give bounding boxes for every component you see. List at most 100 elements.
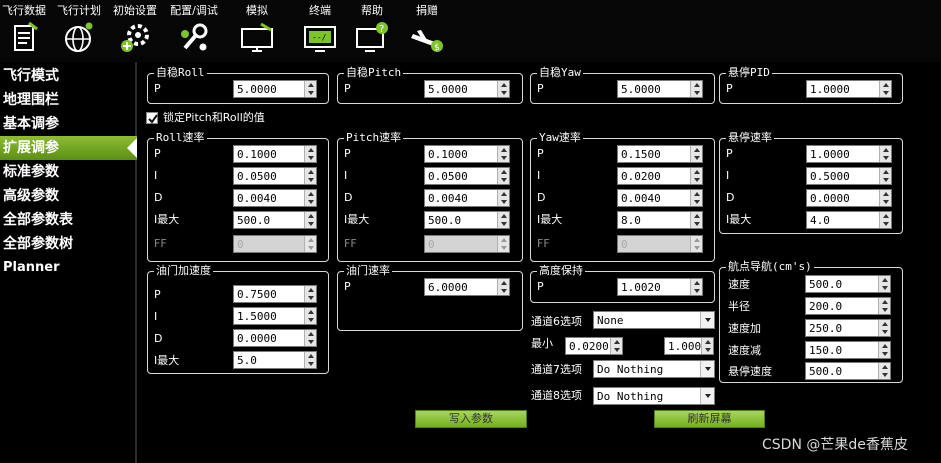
menu-simulation[interactable]: 模拟 [232,0,282,62]
spinner-arrows[interactable] [879,190,891,206]
waypoint-speed-up-spinner[interactable]: 250.0 [805,319,891,337]
spinner-value: 0.0040 [621,192,661,205]
rate-roll-imax-spinner[interactable]: 500.0 [233,211,317,229]
loiter-rate-i-spinner[interactable]: 0.5000 [806,167,892,185]
param-label: I最大 [154,354,180,367]
spinner-value: 1.0000 [810,83,850,96]
spinner-arrows[interactable] [304,81,316,97]
spinner-arrows[interactable] [690,168,702,184]
menu-flight-plan[interactable]: 飞行计划 [54,0,104,62]
throttle-accel-i-spinner[interactable]: 1.5000 [233,307,317,325]
loiter-rate-d-spinner[interactable]: 0.0000 [806,189,892,207]
ch8-option-select[interactable]: Do Nothing [593,387,715,405]
spinner-arrows[interactable] [878,320,890,336]
ch7-option-select[interactable]: Do Nothing [593,360,715,378]
spinner-arrows[interactable] [610,338,622,354]
throttle-accel-imax-spinner[interactable]: 5.0 [233,351,317,369]
spinner-arrows[interactable] [497,190,509,206]
rate-yaw-imax-spinner[interactable]: 8.0 [617,211,703,229]
ch6-min-spinner[interactable]: 0.0200 [565,337,623,355]
rate-pitch-imax-spinner[interactable]: 500.0 [424,211,510,229]
throttle-rate-p-spinner[interactable]: 6.0000 [424,278,510,296]
chevron-down-icon[interactable] [700,388,714,404]
spinner-arrows[interactable] [690,81,702,97]
chevron-down-icon[interactable] [700,312,714,328]
param-label: 速度 [728,278,750,291]
sidebar-item-planner[interactable]: Planner [0,256,137,280]
spinner-arrows[interactable] [304,212,316,228]
spinner-arrows[interactable] [690,190,702,206]
sidebar-item-extended-tuning[interactable]: 扩展调参 [0,136,137,160]
menu-help[interactable]: 帮助 ? [352,0,392,62]
spinner-arrows[interactable] [304,330,316,346]
spinner-arrows[interactable] [497,168,509,184]
spinner-arrows[interactable] [497,81,509,97]
spinner-arrows[interactable] [304,286,316,302]
rate-roll-p-spinner[interactable]: 0.1000 [233,145,317,163]
spinner-arrows[interactable] [304,352,316,368]
waypoint-radius-spinner[interactable]: 200.0 [805,297,891,315]
spinner-arrows[interactable] [304,190,316,206]
sidebar-item-geofence[interactable]: 地理围栏 [0,88,137,112]
stabilize-pitch-p-spinner[interactable]: 5.0000 [424,80,510,98]
lock-pitch-roll-checkbox[interactable] [146,112,158,124]
chevron-down-icon[interactable] [700,361,714,377]
rate-pitch-p-spinner[interactable]: 0.1000 [424,145,510,163]
spinner-arrows[interactable] [879,81,891,97]
stabilize-roll-p-spinner[interactable]: 5.0000 [233,80,317,98]
ch6-max-spinner[interactable]: 1.000 [664,337,714,355]
sidebar-item-flight-modes[interactable]: 飞行模式 [0,64,137,88]
sidebar-item-full-param-tree[interactable]: 全部参数树 [0,232,137,256]
rate-roll-group: Roll速率 P I D I最大 FF 0.1000 0.0500 0.0040… [147,131,329,262]
ch6-option-select[interactable]: None [593,311,715,329]
waypoint-speed-spinner[interactable]: 500.0 [805,275,891,293]
rate-yaw-i-spinner[interactable]: 0.0200 [617,167,703,185]
stabilize-yaw-p-spinner[interactable]: 5.0000 [617,80,703,98]
loiter-rate-p-spinner[interactable]: 1.0000 [806,145,892,163]
spinner-arrows[interactable] [878,342,890,358]
menu-flight-data[interactable]: 飞行数据 [0,0,48,62]
loiter-rate-imax-spinner[interactable]: 4.0 [806,211,892,229]
stabilize-pitch-group: 自稳Pitch P 5.0000 [337,66,523,104]
sidebar-item-basic-tuning[interactable]: 基本调参 [0,112,137,136]
rate-pitch-group: Pitch速率 P I D I最大 FF 0.1000 0.0500 0.004… [337,131,523,262]
throttle-accel-p-spinner[interactable]: 0.7500 [233,285,317,303]
spinner-arrows[interactable] [497,146,509,162]
spinner-arrows[interactable] [497,279,509,295]
spinner-arrows[interactable] [879,168,891,184]
throttle-accel-d-spinner[interactable]: 0.0000 [233,329,317,347]
waypoint-loiter-speed-spinner[interactable]: 500.0 [805,362,891,380]
spinner-arrows[interactable] [304,168,316,184]
sidebar-item-standard-params[interactable]: 标准参数 [0,160,137,184]
spinner-arrows[interactable] [690,279,702,295]
spinner-arrows[interactable] [878,276,890,292]
waypoint-speed-down-spinner[interactable]: 150.0 [805,341,891,359]
rate-roll-i-spinner[interactable]: 0.0500 [233,167,317,185]
group-title: 自稳Yaw [537,66,583,80]
menu-initial-setup[interactable]: 初始设置 [109,0,161,62]
altitude-hold-p-spinner[interactable]: 1.0020 [617,278,703,296]
menu-terminal[interactable]: 终端 --/ [295,0,345,62]
sidebar-item-advanced-params[interactable]: 高级参数 [0,184,137,208]
sidebar-item-full-param-list[interactable]: 全部参数表 [0,208,137,232]
rate-yaw-p-spinner[interactable]: 0.1500 [617,145,703,163]
write-params-button[interactable]: 写入参数 [415,410,527,428]
loiter-p-spinner[interactable]: 1.0000 [806,80,892,98]
rate-yaw-d-spinner[interactable]: 0.0040 [617,189,703,207]
refresh-screen-button[interactable]: 刷新屏幕 [654,410,765,428]
spinner-arrows[interactable] [701,338,713,354]
spinner-arrows[interactable] [304,146,316,162]
menu-config-tuning[interactable]: 配置/调试 [166,0,222,62]
rate-pitch-i-spinner[interactable]: 0.0500 [424,167,510,185]
rate-roll-d-spinner[interactable]: 0.0040 [233,189,317,207]
spinner-arrows[interactable] [878,363,890,379]
spinner-arrows[interactable] [304,308,316,324]
spinner-arrows[interactable] [497,212,509,228]
spinner-arrows[interactable] [878,298,890,314]
menu-donate[interactable]: 捐赠 $ [407,0,447,62]
spinner-arrows[interactable] [690,212,702,228]
spinner-arrows[interactable] [879,212,891,228]
spinner-arrows[interactable] [879,146,891,162]
rate-pitch-d-spinner[interactable]: 0.0040 [424,189,510,207]
spinner-arrows[interactable] [690,146,702,162]
